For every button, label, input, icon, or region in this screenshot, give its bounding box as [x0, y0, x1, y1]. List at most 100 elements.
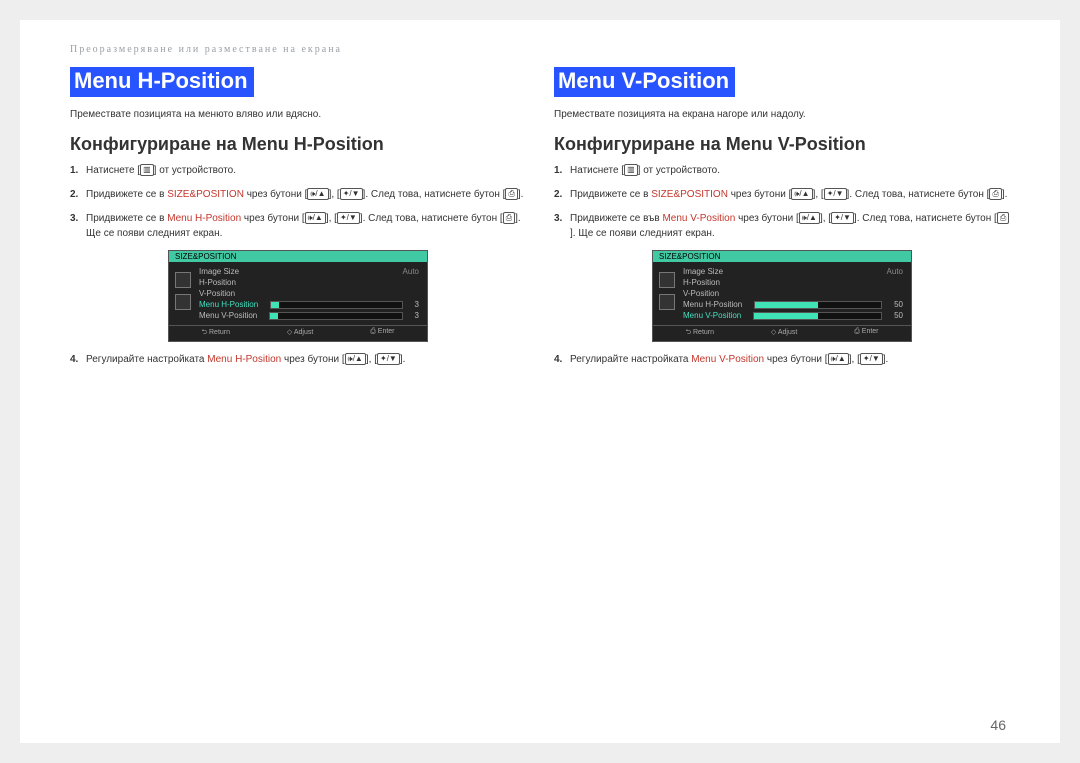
step-number: 4.	[554, 352, 566, 367]
osd-slider	[754, 301, 882, 309]
osd-sidebar	[169, 262, 197, 325]
step-text: Придвижете се във Menu V-Position чрез б…	[570, 211, 1010, 241]
section-title-left: Menu H-Position	[70, 67, 254, 97]
vol-up-icon: 🕪/▲	[345, 353, 366, 365]
step-number: 2.	[70, 187, 82, 202]
subsection-title-right: Конфигуриране на Menu V-Position	[554, 134, 1010, 155]
vol-up-icon: 🕪/▲	[799, 212, 820, 224]
osd-header: SIZE&POSITION	[653, 251, 911, 262]
step-number: 1.	[70, 163, 82, 178]
step-number: 4.	[70, 352, 82, 367]
osd-item: Image SizeAuto	[681, 266, 905, 277]
section-desc-right: Премествате позицията на екрана нагоре и…	[554, 109, 1010, 120]
osd-list: Image SizeAuto H-Position V-Position Men…	[681, 262, 911, 325]
osd-item: H-Position	[197, 277, 421, 288]
osd-item: V-Position	[681, 288, 905, 299]
osd-item: Image SizeAuto	[197, 266, 421, 277]
osd-list: Image SizeAuto H-Position V-Position Men…	[197, 262, 427, 325]
breadcrumb: Преоразмеряване или разместване на екран…	[70, 44, 1010, 55]
osd-side-icon	[175, 272, 191, 288]
osd-value: 3	[415, 311, 419, 320]
vol-dn-icon: ✦/▼	[831, 212, 854, 224]
osd-item: V-Position	[197, 288, 421, 299]
osd-footer-item: ⎙ Enter	[854, 328, 878, 339]
osd-footer-item: ⮌ Return	[201, 328, 230, 339]
step-number: 3.	[554, 211, 566, 241]
step-text: Придвижете се в SIZE&POSITION чрез бутон…	[86, 187, 523, 202]
vol-dn-icon: ✦/▼	[337, 212, 360, 224]
osd-item-selected: Menu V-Position 50	[681, 310, 905, 321]
osd-sidebar	[653, 262, 681, 325]
step-number: 1.	[554, 163, 566, 178]
osd-footer: ⮌ Return ◇ Adjust ⎙ Enter	[653, 325, 911, 341]
steps-right: 1. Натиснете [▥] от устройството. 2. При…	[554, 163, 1010, 241]
menu-icon: ▥	[624, 164, 638, 176]
step-number: 3.	[70, 211, 82, 241]
osd-footer-item: ◇ Adjust	[287, 328, 313, 339]
vol-up-icon: 🕪/▲	[305, 212, 326, 224]
menu-icon: ▥	[140, 164, 154, 176]
keyword-size-position: SIZE&POSITION	[651, 189, 728, 200]
osd-side-icon	[659, 294, 675, 310]
enter-icon: ⎙	[505, 188, 517, 200]
osd-slider	[269, 312, 402, 320]
enter-icon: ⎙	[989, 188, 1001, 200]
steps-left: 1. Натиснете [▥] от устройството. 2. При…	[70, 163, 526, 241]
osd-slider	[270, 301, 402, 309]
osd-footer-item: ⮌ Return	[685, 328, 714, 339]
section-desc-left: Премествате позицията на менюто вляво ил…	[70, 109, 526, 120]
step-3: 3. Придвижете се във Menu V-Position чре…	[554, 211, 1010, 241]
vol-up-icon: 🕪/▲	[307, 188, 328, 200]
step-text: Придвижете се в SIZE&POSITION чрез бутон…	[570, 187, 1007, 202]
osd-header: SIZE&POSITION	[169, 251, 427, 262]
vol-dn-icon: ✦/▼	[860, 353, 883, 365]
osd-screenshot-left: SIZE&POSITION Image SizeAuto H-Position …	[168, 250, 428, 342]
vol-dn-icon: ✦/▼	[824, 188, 847, 200]
osd-item: H-Position	[681, 277, 905, 288]
step-text: Натиснете [▥] от устройството.	[570, 163, 720, 178]
osd-body: Image SizeAuto H-Position V-Position Men…	[169, 262, 427, 325]
osd-footer-item: ◇ Adjust	[771, 328, 797, 339]
column-left: Menu H-Position Премествате позицията на…	[70, 67, 526, 376]
column-right: Menu V-Position Премествате позицията на…	[554, 67, 1010, 376]
vol-up-icon: 🕪/▲	[791, 188, 812, 200]
osd-footer: ⮌ Return ◇ Adjust ⎙ Enter	[169, 325, 427, 341]
step-text: Регулирайте настройката Menu H-Position …	[86, 352, 405, 367]
content-columns: Menu H-Position Премествате позицията на…	[70, 67, 1010, 376]
subsection-title-left: Конфигуриране на Menu H-Position	[70, 134, 526, 155]
vol-dn-icon: ✦/▼	[340, 188, 363, 200]
keyword-size-position: SIZE&POSITION	[167, 189, 244, 200]
keyword-menu-h: Menu H-Position	[167, 213, 241, 224]
osd-footer-item: ⎙ Enter	[370, 328, 394, 339]
keyword-menu-v: Menu V-Position	[662, 213, 735, 224]
steps-right-cont: 4. Регулирайте настройката Menu V-Positi…	[554, 352, 1010, 367]
osd-screenshot-right: SIZE&POSITION Image SizeAuto H-Position …	[652, 250, 912, 342]
step-text: Регулирайте настройката Menu V-Position …	[570, 352, 888, 367]
vol-dn-icon: ✦/▼	[377, 353, 400, 365]
step-3: 3. Придвижете се в Menu H-Position чрез …	[70, 211, 526, 241]
step-1: 1. Натиснете [▥] от устройството.	[70, 163, 526, 178]
step-4: 4. Регулирайте настройката Menu V-Positi…	[554, 352, 1010, 367]
step-text: Натиснете [▥] от устройството.	[86, 163, 236, 178]
osd-value: 50	[894, 300, 903, 309]
section-title-right: Menu V-Position	[554, 67, 735, 97]
osd-side-icon	[175, 294, 191, 310]
vol-up-icon: 🕪/▲	[828, 353, 849, 365]
osd-item: Menu H-Position 50	[681, 299, 905, 310]
enter-icon: ⎙	[997, 212, 1009, 224]
page-number: 46	[990, 717, 1006, 733]
enter-icon: ⎙	[503, 212, 515, 224]
step-text: Придвижете се в Menu H-Position чрез бут…	[86, 211, 526, 241]
osd-value: 3	[415, 300, 419, 309]
step-1: 1. Натиснете [▥] от устройството.	[554, 163, 1010, 178]
step-number: 2.	[554, 187, 566, 202]
step-4: 4. Регулирайте настройката Menu H-Positi…	[70, 352, 526, 367]
keyword-menu-v: Menu V-Position	[691, 354, 764, 365]
keyword-menu-h: Menu H-Position	[207, 354, 281, 365]
step-2: 2. Придвижете се в SIZE&POSITION чрез бу…	[70, 187, 526, 202]
steps-left-cont: 4. Регулирайте настройката Menu H-Positi…	[70, 352, 526, 367]
osd-item-selected: Menu H-Position 3	[197, 299, 421, 310]
osd-slider	[753, 312, 882, 320]
osd-side-icon	[659, 272, 675, 288]
step-2: 2. Придвижете се в SIZE&POSITION чрез бу…	[554, 187, 1010, 202]
